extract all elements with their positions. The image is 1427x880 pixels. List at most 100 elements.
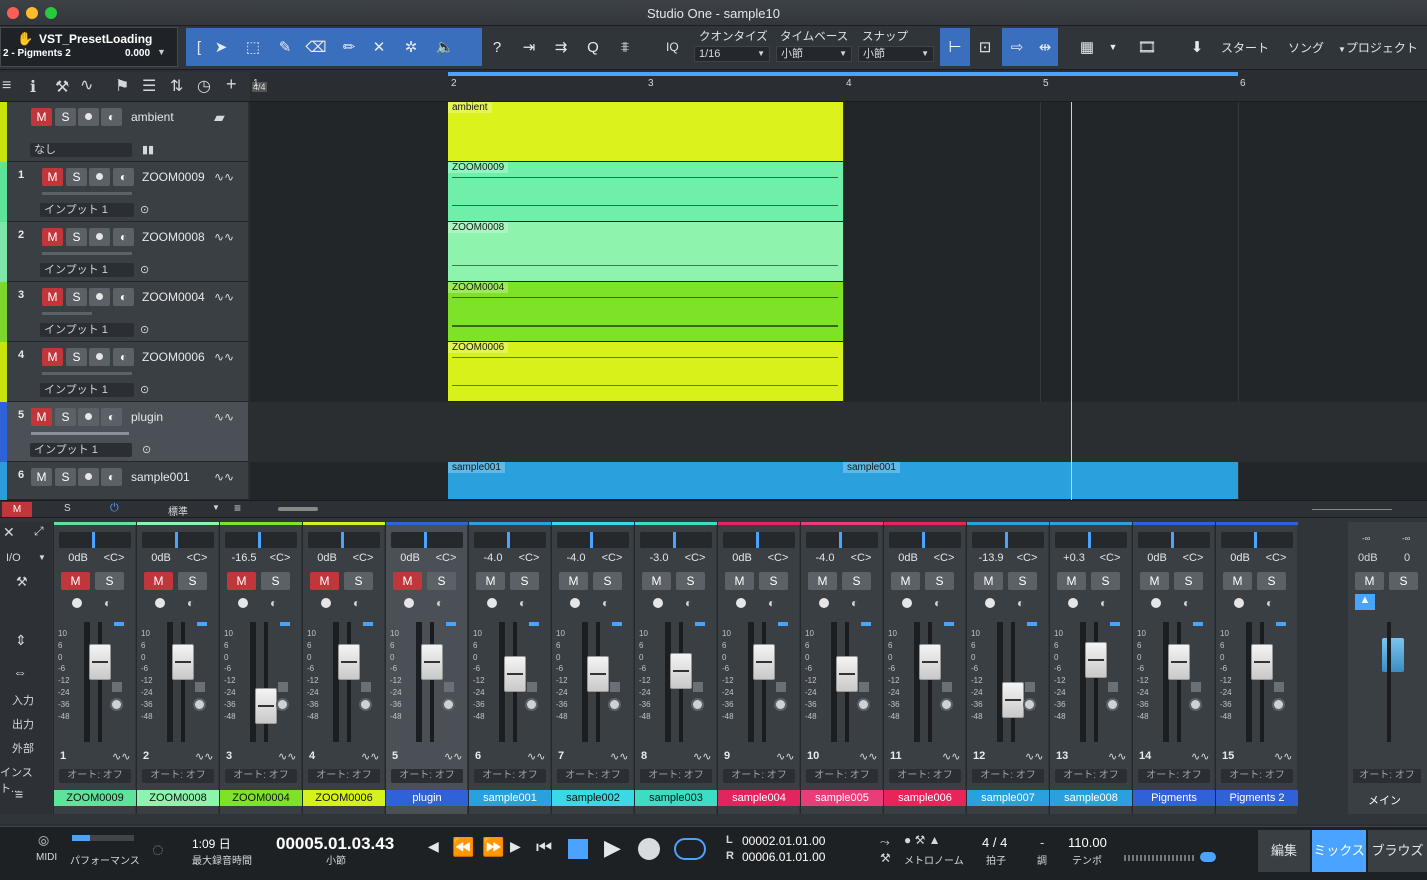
- monitor-icon[interactable]: ◐: [768, 596, 775, 610]
- precount-icon[interactable]: ⤳: [880, 835, 890, 850]
- channel-pan[interactable]: <C>: [511, 552, 547, 564]
- channel-record-button[interactable]: [72, 598, 82, 608]
- channel-volume[interactable]: 0dB: [1137, 552, 1177, 564]
- track-name[interactable]: ZOOM0008: [142, 230, 205, 244]
- record-button[interactable]: [78, 468, 99, 486]
- channel-solo-button[interactable]: S: [261, 572, 290, 590]
- record-button[interactable]: [89, 348, 110, 366]
- monitor-icon[interactable]: ◐: [187, 596, 194, 610]
- channel-mute-button[interactable]: M: [1223, 572, 1252, 590]
- track-input[interactable]: インプット 1: [40, 203, 134, 217]
- preset-selector[interactable]: ✋ VST_PresetLoading 2 - Pigments 2 0.000…: [0, 27, 178, 67]
- flag-icon[interactable]: ⚑: [115, 76, 129, 96]
- solo-button[interactable]: S: [55, 468, 76, 486]
- quantize-dropdown[interactable]: 1/16 ▼: [694, 46, 770, 62]
- volume-slider[interactable]: [42, 372, 132, 375]
- channel-pan[interactable]: <C>: [345, 552, 381, 564]
- link-icon[interactable]: ⊙: [140, 203, 149, 216]
- channel-name[interactable]: sample006: [884, 790, 966, 806]
- main-volume[interactable]: 0dB: [1358, 552, 1378, 564]
- channel-record-button[interactable]: [1068, 598, 1078, 608]
- zoom-icon[interactable]: Q: [580, 34, 606, 60]
- menu-icon[interactable]: ≡: [15, 786, 23, 802]
- channel-volume[interactable]: -16.5: [224, 552, 264, 564]
- gain-knob[interactable]: [359, 698, 372, 711]
- channel-pan[interactable]: <C>: [262, 552, 298, 564]
- channel-record-button[interactable]: [404, 598, 414, 608]
- mute-button[interactable]: M: [42, 288, 63, 306]
- play-button[interactable]: ▶: [604, 835, 621, 861]
- snap-split-icon[interactable]: ⇹: [1032, 34, 1058, 60]
- track-ambient[interactable]: M S ◐ ambient ▰ なし ▮▮: [0, 102, 248, 162]
- monitor-icon[interactable]: ◐: [1183, 596, 1190, 610]
- gain-knob[interactable]: [442, 698, 455, 711]
- meter-icon[interactable]: ▮▮: [142, 143, 154, 156]
- pan-slider[interactable]: [59, 532, 131, 548]
- record-button[interactable]: [78, 108, 99, 126]
- position-display[interactable]: 00005.01.03.43: [276, 834, 394, 854]
- main-pan[interactable]: 0: [1404, 552, 1410, 564]
- volume-fader[interactable]: [504, 655, 526, 692]
- channel-volume[interactable]: 0dB: [307, 552, 347, 564]
- channel-mute-button[interactable]: M: [891, 572, 920, 590]
- input-icon[interactable]: [112, 682, 122, 692]
- solo-button[interactable]: S: [66, 168, 87, 186]
- list-icon[interactable]: ☰: [142, 76, 156, 96]
- channel-automation[interactable]: オート: オフ: [806, 769, 878, 783]
- snap-grid-icon[interactable]: ⇉: [548, 34, 574, 60]
- channel-mute-button[interactable]: M: [310, 572, 339, 590]
- eraser-tool-icon[interactable]: ⌫: [303, 34, 329, 60]
- pan-slider[interactable]: [889, 532, 961, 548]
- volume-fader[interactable]: [255, 688, 277, 724]
- channel-automation[interactable]: オート: オフ: [723, 769, 795, 783]
- song-button[interactable]: ソング: [1288, 39, 1324, 56]
- channel-name[interactable]: sample003: [635, 790, 717, 806]
- input-icon[interactable]: [859, 682, 869, 692]
- snap-event-icon[interactable]: ⊡: [972, 34, 998, 60]
- channel-pan[interactable]: <C>: [96, 552, 132, 564]
- pan-slider[interactable]: [225, 532, 297, 548]
- channel-automation[interactable]: オート: オフ: [972, 769, 1044, 783]
- channel-volume[interactable]: +0.3: [1054, 552, 1094, 564]
- channel-name[interactable]: sample008: [1050, 790, 1132, 806]
- event-sample001[interactable]: sample001: [448, 462, 843, 500]
- channel-solo-button[interactable]: S: [1257, 572, 1286, 590]
- key-value[interactable]: -: [1040, 835, 1044, 850]
- link-icon[interactable]: ⊙: [140, 323, 149, 336]
- channel-name[interactable]: ZOOM0009: [54, 790, 136, 806]
- channel-mute-button[interactable]: M: [393, 572, 422, 590]
- event-zoom0008[interactable]: ZOOM0008: [448, 222, 843, 282]
- pan-slider[interactable]: [1221, 532, 1293, 548]
- record-button[interactable]: [89, 228, 110, 246]
- volume-fader[interactable]: [753, 643, 775, 680]
- channel-mute-button[interactable]: M: [725, 572, 754, 590]
- link-icon[interactable]: ⊙: [140, 383, 149, 396]
- pan-slider[interactable]: [1138, 532, 1210, 548]
- channel-mute-button[interactable]: M: [144, 572, 173, 590]
- track-zoom0008[interactable]: 2 M S ◐ ZOOM0008 ∿∿ インプット 1 ⊙: [0, 222, 248, 282]
- track-name[interactable]: ZOOM0009: [142, 170, 205, 184]
- track-input[interactable]: インプット 1: [40, 383, 134, 397]
- channel-pan[interactable]: <C>: [760, 552, 796, 564]
- channel-volume[interactable]: 0dB: [390, 552, 430, 564]
- monitor-icon[interactable]: ◐: [851, 596, 858, 610]
- power-icon[interactable]: ⏻: [110, 502, 119, 515]
- channel-name[interactable]: sample005: [801, 790, 883, 806]
- height-toggle-icon[interactable]: ⇕: [15, 632, 27, 649]
- loop-right[interactable]: 00006.01.01.00: [742, 850, 825, 864]
- track-sample001[interactable]: 6 M S ◐ sample001 ∿∿: [0, 462, 248, 500]
- view-mode-dropdown[interactable]: 標準: [168, 503, 188, 518]
- channel-pan[interactable]: <C>: [428, 552, 464, 564]
- channel-solo-button[interactable]: S: [676, 572, 705, 590]
- channel-automation[interactable]: オート: オフ: [1138, 769, 1210, 783]
- channel-automation[interactable]: オート: オフ: [59, 769, 131, 783]
- channel-volume[interactable]: -4.0: [473, 552, 513, 564]
- mute-tool-icon[interactable]: ✕: [366, 34, 392, 60]
- channel-automation[interactable]: オート: オフ: [1055, 769, 1127, 783]
- snap-start-icon[interactable]: ⇥: [516, 34, 542, 60]
- track-output[interactable]: なし: [30, 143, 132, 157]
- arrow-tool-icon[interactable]: ➤: [208, 34, 234, 60]
- volume-slider[interactable]: [42, 192, 132, 195]
- volume-fader[interactable]: [836, 655, 858, 692]
- channel-automation[interactable]: オート: オフ: [1221, 769, 1293, 783]
